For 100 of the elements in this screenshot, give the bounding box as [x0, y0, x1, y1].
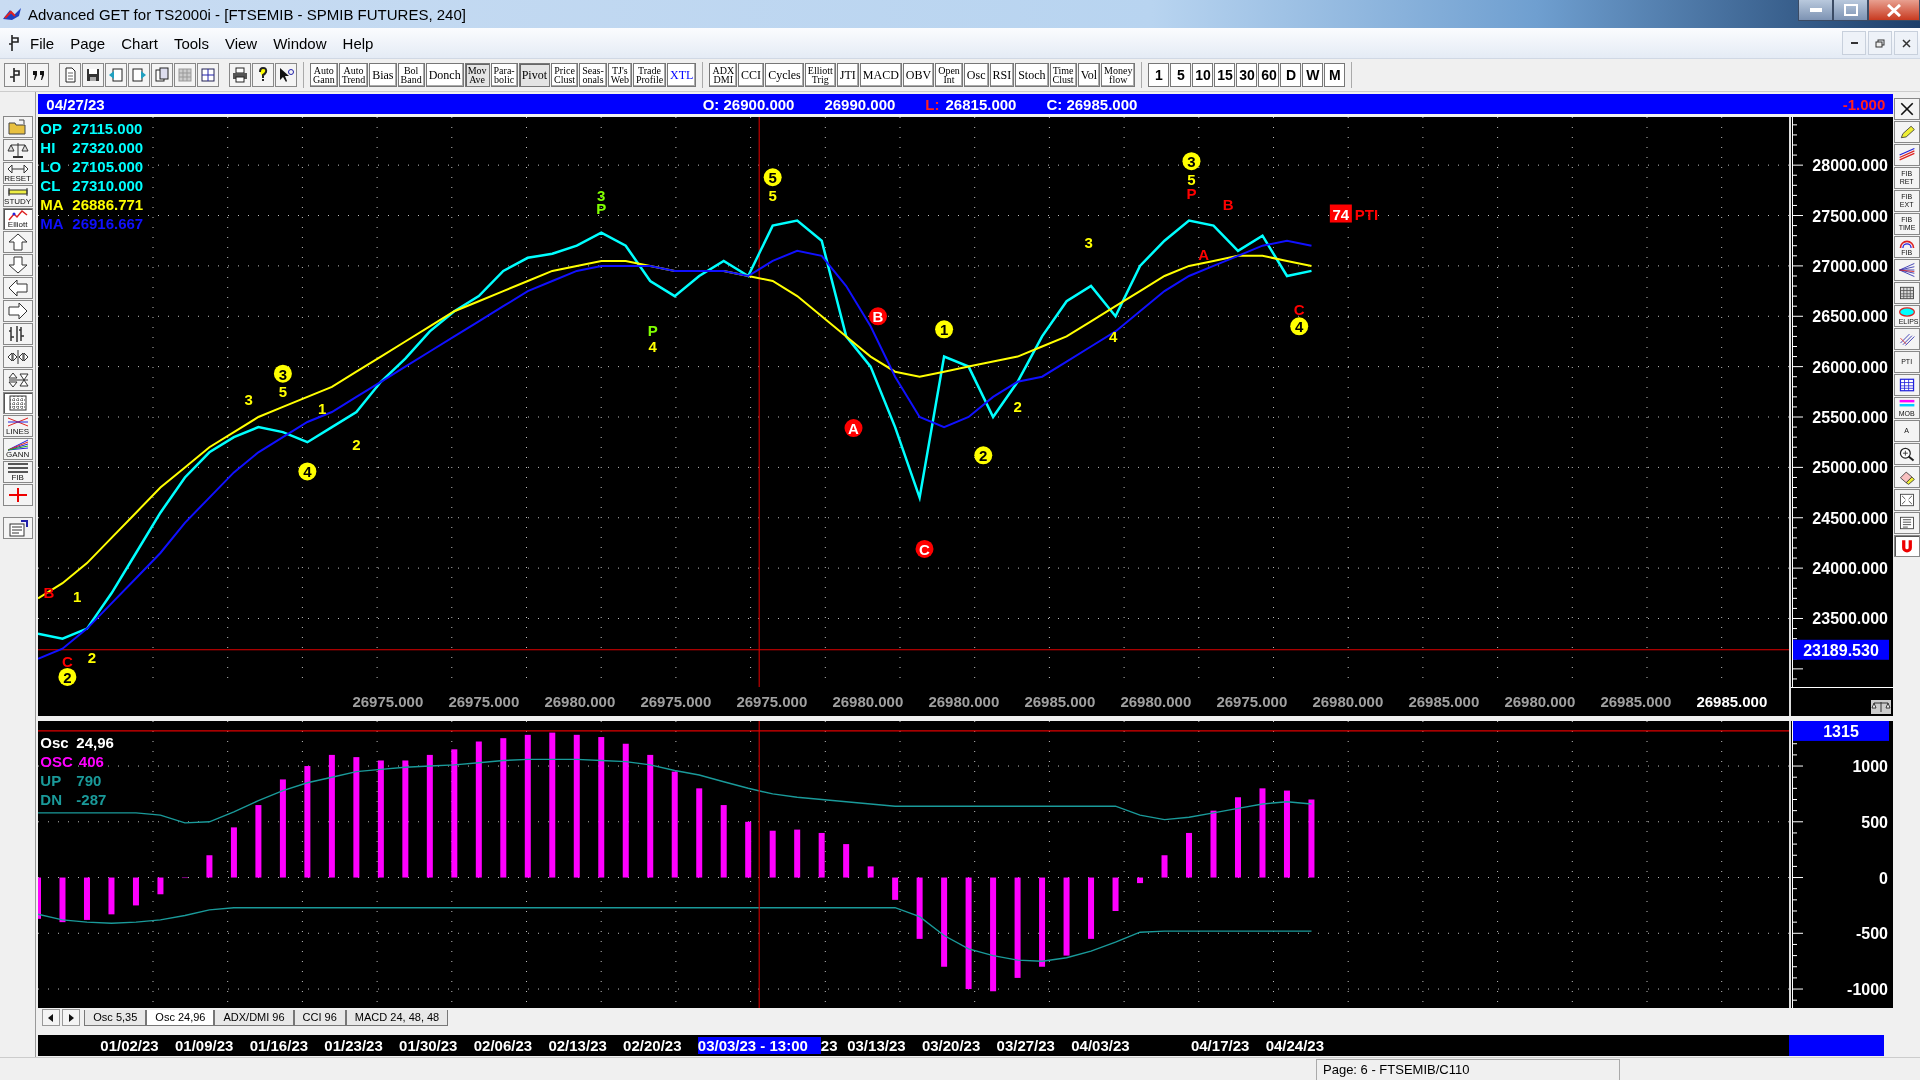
table-icon — [1897, 376, 1916, 394]
study-button[interactable]: TJ's Web — [607, 63, 632, 87]
vertical-zoom-button[interactable] — [2, 369, 33, 391]
period-button[interactable]: 30 — [1236, 63, 1258, 87]
period-button[interactable]: 15 — [1214, 63, 1236, 87]
price-value: 26980.000 — [1119, 693, 1192, 710]
study-button[interactable]: Mov Ave — [464, 63, 490, 87]
study-button[interactable]: Trade Profile — [632, 63, 667, 87]
study-button[interactable]: Bias — [369, 63, 397, 87]
menu-item[interactable]: Help — [334, 34, 382, 52]
period-button[interactable]: 5 — [1170, 63, 1192, 87]
price-value: 26985.000 — [1023, 693, 1096, 710]
close-button[interactable] — [1868, 0, 1920, 21]
indicator-button[interactable]: ADX DMI — [709, 63, 738, 87]
period-button[interactable]: D — [1280, 63, 1302, 87]
study-button[interactable]: Bol Band — [397, 63, 425, 87]
table-button[interactable] — [1893, 374, 1920, 396]
grid-button[interactable] — [2, 392, 33, 414]
indicator-button[interactable]: CCI — [738, 63, 765, 87]
pointer-help-button[interactable] — [275, 63, 297, 87]
elliott-button[interactable]: Elliott — [2, 208, 33, 230]
indicator-button[interactable]: OBV — [902, 63, 935, 87]
study-button[interactable]: Seas- onals — [579, 63, 607, 87]
lines-button[interactable]: LINES — [2, 415, 33, 437]
indicator-button[interactable]: Cycles — [765, 63, 804, 87]
study-button[interactable]: Para- bolic — [490, 63, 518, 87]
period-button[interactable]: M — [1324, 63, 1346, 87]
study-button[interactable]: STUDY — [2, 185, 33, 207]
indicator-button[interactable]: MACD — [859, 63, 902, 87]
horizontal-zoom-button[interactable] — [2, 346, 33, 368]
magnet-button[interactable] — [1893, 535, 1920, 557]
up-arrow-button[interactable] — [2, 231, 33, 253]
report-button[interactable] — [2, 517, 33, 539]
grid-button[interactable] — [1893, 282, 1920, 304]
down-arrow-button[interactable] — [2, 254, 33, 276]
zoom-button[interactable] — [1893, 443, 1920, 465]
menu-item[interactable]: Tools — [165, 34, 217, 52]
help-button[interactable] — [252, 63, 274, 87]
right-arrow-button[interactable] — [2, 300, 33, 322]
study-button[interactable]: Donch — [425, 63, 464, 87]
menu-item[interactable]: Page — [62, 34, 114, 52]
gann-button[interactable]: GANN — [2, 438, 33, 460]
indicator-button[interactable]: JTI — [836, 63, 859, 87]
crosshair-button[interactable] — [2, 484, 33, 506]
study-button[interactable]: Auto Trend — [338, 63, 369, 87]
indicator-button[interactable]: Vol — [1077, 63, 1101, 87]
period-button[interactable]: W — [1302, 63, 1324, 87]
indicator-tab[interactable]: CCI 96 — [293, 1010, 346, 1026]
indicator-button[interactable]: Elliott Trig — [804, 63, 836, 87]
histogram-bar — [1112, 877, 1119, 911]
indicator-tab[interactable]: MACD 24, 48, 48 — [345, 1010, 449, 1026]
parallel-lines-button[interactable] — [1893, 144, 1920, 166]
close-chart-button[interactable] — [1893, 98, 1920, 120]
menu-item[interactable]: Chart — [113, 34, 166, 52]
scroll-right-button[interactable] — [62, 1009, 81, 1026]
save-button[interactable] — [82, 63, 104, 87]
indicator-button[interactable]: Open Int — [935, 63, 963, 87]
hatch-lines-button[interactable] — [1893, 328, 1920, 350]
menu-item[interactable]: File — [22, 34, 63, 52]
study-button[interactable]: Auto Gann — [310, 63, 338, 87]
wave-label: 1 — [318, 399, 327, 417]
menu-item[interactable]: View — [216, 34, 266, 52]
indicator-tab[interactable]: Osc 24,96 — [146, 1010, 215, 1026]
quote-button[interactable] — [27, 63, 49, 87]
printer-button[interactable] — [229, 63, 251, 87]
indicator-tab[interactable]: Osc 5,35 — [84, 1010, 147, 1026]
left-arrow-button[interactable] — [2, 277, 33, 299]
layout-button[interactable] — [197, 63, 219, 87]
indicator-button[interactable]: Money flow — [1101, 63, 1136, 87]
scroll-left-button[interactable] — [42, 1009, 61, 1026]
menu-item[interactable]: Window — [265, 34, 335, 52]
open-folder-icon — [6, 118, 29, 136]
indicator-button[interactable]: RSI — [989, 63, 1015, 87]
scales-button[interactable] — [2, 139, 33, 161]
maximize-button[interactable] — [1833, 0, 1868, 21]
period-button[interactable]: 60 — [1258, 63, 1280, 87]
cursor-button[interactable] — [4, 63, 26, 87]
grid-button[interactable] — [174, 63, 196, 87]
study-button[interactable]: Price Clust — [551, 63, 579, 87]
reset-button[interactable]: RESET — [2, 162, 33, 184]
study-button[interactable]: XTL — [667, 63, 697, 87]
bar-width-button[interactable] — [2, 323, 33, 345]
indicator-button[interactable]: Osc — [963, 63, 989, 87]
pencil-button[interactable] — [1893, 121, 1920, 143]
indicator-tab[interactable]: ADX/DMI 96 — [214, 1010, 294, 1026]
document-menu-icon[interactable] — [6, 34, 22, 52]
indicator-button[interactable]: Stoch — [1015, 63, 1049, 87]
study-button[interactable]: Pivot — [518, 63, 550, 87]
forward-page-button[interactable] — [128, 63, 150, 87]
period-button[interactable]: 10 — [1192, 63, 1214, 87]
fan-lines-button[interactable] — [1893, 259, 1920, 281]
fib-button[interactable]: FIB — [2, 461, 33, 483]
period-button[interactable]: 1 — [1148, 63, 1170, 87]
notes-icon — [1897, 514, 1916, 532]
notes-button[interactable] — [1893, 512, 1920, 534]
indicator-button[interactable]: Time Clust — [1049, 63, 1077, 87]
copy-page-button[interactable] — [151, 63, 173, 87]
expand-button[interactable] — [1893, 489, 1920, 511]
minimize-button[interactable] — [1798, 0, 1833, 21]
eraser-button[interactable] — [1893, 466, 1920, 488]
